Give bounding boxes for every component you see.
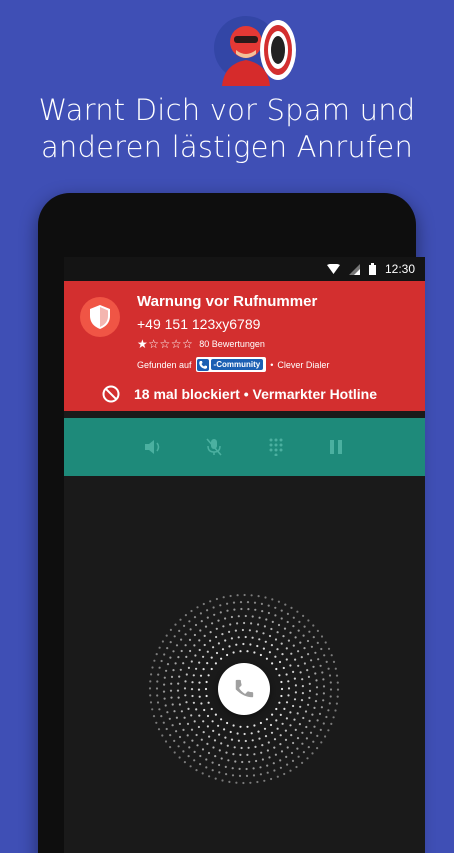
answer-call-button[interactable] <box>218 663 270 715</box>
phone-handset-icon <box>235 679 254 698</box>
incoming-call-dot-ring <box>148 593 340 785</box>
